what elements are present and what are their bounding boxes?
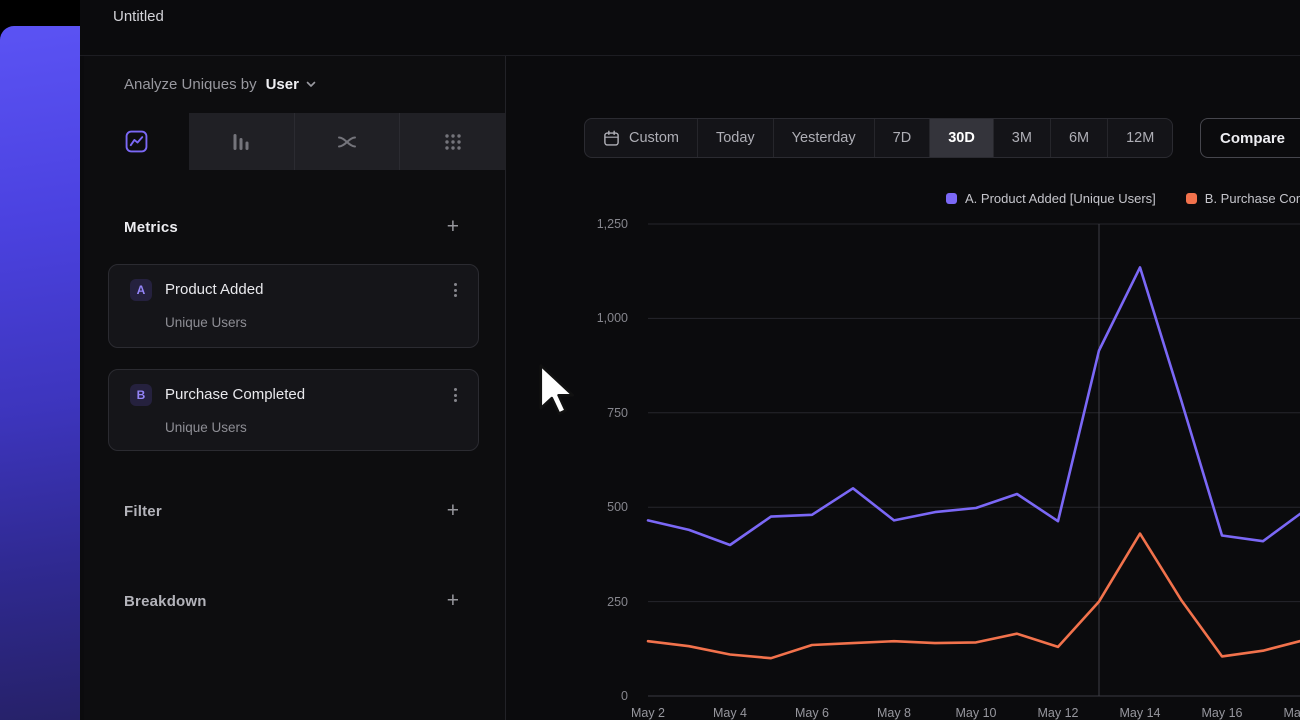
metric-b-menu-button[interactable]: [447, 384, 463, 406]
filter-header: Filter +: [124, 500, 459, 522]
tab-flows[interactable]: [294, 113, 400, 170]
line-chart-icon: [125, 130, 148, 153]
metric-badge-a: A: [130, 279, 152, 301]
metric-a-menu-button[interactable]: [447, 279, 463, 301]
x-tick-label: May 4: [688, 705, 772, 720]
metric-subtitle-b: Unique Users: [165, 420, 247, 435]
metric-card-b[interactable]: B Purchase Completed Unique Users: [108, 369, 479, 451]
legend-swatch-b: [1186, 193, 1197, 204]
compare-button[interactable]: Compare: [1200, 118, 1300, 158]
legend-swatch-a: [946, 193, 957, 204]
legend-item-b[interactable]: B. Purchase Completed [Unique Users]: [1186, 191, 1300, 206]
range-today[interactable]: Today: [697, 119, 773, 157]
x-tick-label: May 2: [606, 705, 690, 720]
add-breakdown-button[interactable]: +: [447, 591, 459, 611]
query-sidebar: Analyze Uniques by User: [84, 56, 505, 720]
x-tick-label: May 10: [934, 705, 1018, 720]
add-filter-button[interactable]: +: [447, 501, 459, 521]
range-label: Custom: [629, 130, 679, 146]
chart-plot-area[interactable]: [648, 224, 1300, 696]
series-line-b: [648, 534, 1300, 659]
tab-grid[interactable]: [399, 113, 505, 170]
chart-legend: A. Product Added [Unique Users] B. Purch…: [946, 191, 1300, 206]
range-yesterday[interactable]: Yesterday: [773, 119, 874, 157]
y-tick-label: 0: [540, 688, 628, 704]
breakdown-header: Breakdown +: [124, 590, 459, 612]
metric-name-b: Purchase Completed: [165, 386, 305, 403]
range-label: 12M: [1126, 130, 1154, 146]
app-window: Untitled Analyze Uniques by User: [80, 0, 1300, 720]
flows-icon: [336, 131, 358, 153]
x-tick-label: May 8: [852, 705, 936, 720]
range-custom[interactable]: Custom: [585, 119, 697, 157]
y-tick-label: 1,250: [540, 216, 628, 232]
x-tick-label: May 14: [1098, 705, 1182, 720]
analyze-label: Analyze Uniques by: [124, 76, 257, 93]
bar-chart-icon: [230, 131, 252, 153]
x-tick-label: May 6: [770, 705, 854, 720]
mouse-cursor: [538, 362, 576, 422]
add-metric-button[interactable]: +: [447, 217, 459, 237]
x-tick-label: May 18: [1262, 705, 1300, 720]
y-tick-label: 750: [540, 405, 628, 421]
report-title: Untitled: [113, 7, 164, 27]
metric-name-a: Product Added: [165, 281, 263, 298]
view-tabs: [84, 113, 505, 170]
range-label: Yesterday: [792, 130, 856, 146]
range-label: 6M: [1069, 130, 1089, 146]
range-6m[interactable]: 6M: [1050, 119, 1107, 157]
legend-label-a: A. Product Added [Unique Users]: [965, 191, 1156, 206]
range-label: 30D: [948, 130, 975, 146]
metrics-title: Metrics: [124, 219, 178, 236]
sidebar-divider: [505, 56, 506, 720]
breakdown-title: Breakdown: [124, 593, 207, 610]
filter-title: Filter: [124, 503, 162, 520]
range-30d[interactable]: 30D: [929, 119, 993, 157]
plot-svg: [648, 224, 1300, 704]
metric-card-a[interactable]: A Product Added Unique Users: [108, 264, 479, 348]
metrics-header: Metrics +: [124, 216, 459, 238]
calendar-icon: [603, 130, 620, 147]
desktop-strip: [0, 0, 80, 720]
tab-bar-chart[interactable]: [189, 113, 294, 170]
wallpaper-gradient: [0, 26, 80, 720]
metric-subtitle-a: Unique Users: [165, 315, 247, 330]
y-tick-label: 500: [540, 499, 628, 515]
analyze-by-dropdown[interactable]: User: [266, 76, 317, 93]
range-label: 3M: [1012, 130, 1032, 146]
y-tick-label: 250: [540, 594, 628, 610]
metric-badge-b: B: [130, 384, 152, 406]
date-range-group: Custom Today Yesterday 7D 30D 3M 6M 12M: [584, 118, 1173, 158]
series-line-a: [648, 267, 1300, 545]
analyze-by-value: User: [266, 76, 299, 93]
analyze-row: Analyze Uniques by User: [124, 70, 317, 98]
chevron-down-icon: [305, 78, 317, 90]
grid-dots-icon: [442, 131, 464, 153]
range-12m[interactable]: 12M: [1107, 119, 1172, 157]
range-7d[interactable]: 7D: [874, 119, 930, 157]
x-tick-label: May 12: [1016, 705, 1100, 720]
tab-line-chart[interactable]: [84, 113, 189, 170]
y-tick-label: 1,000: [540, 310, 628, 326]
legend-label-b: B. Purchase Completed [Unique Users]: [1205, 191, 1300, 206]
legend-item-a[interactable]: A. Product Added [Unique Users]: [946, 191, 1156, 206]
range-label: 7D: [893, 130, 912, 146]
x-tick-label: May 16: [1180, 705, 1264, 720]
range-label: Today: [716, 130, 755, 146]
range-3m[interactable]: 3M: [993, 119, 1050, 157]
